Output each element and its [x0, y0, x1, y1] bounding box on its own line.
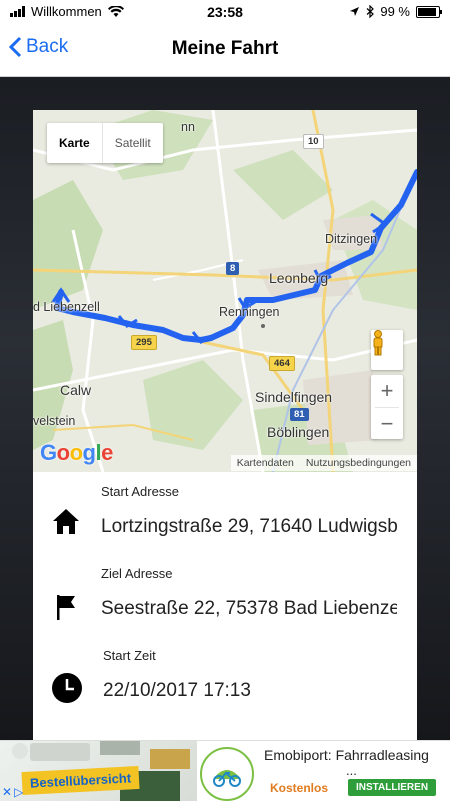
place-label: Böblingen: [267, 424, 330, 440]
start-address-value: Lortzingstraße 29, 71640 Ludwigsburg: [101, 516, 397, 537]
map-type-map-button[interactable]: Karte: [47, 123, 102, 163]
map-type-satellite-button[interactable]: Satellit: [101, 123, 163, 163]
zoom-in-button[interactable]: +: [371, 375, 403, 407]
ad-app-logo[interactable]: [200, 747, 254, 801]
adchoices-icon[interactable]: ▷: [14, 785, 23, 799]
ad-title-ellipsis: ...: [346, 763, 357, 778]
bluetooth-icon: [366, 5, 375, 18]
road-shield: 10: [303, 134, 324, 149]
terms-link[interactable]: Nutzungsbedingungen: [300, 455, 417, 471]
road-shield: 8: [226, 262, 240, 275]
navigation-bar: Back Meine Fahrt: [0, 24, 450, 77]
zoom-controls: + −: [371, 375, 403, 439]
place-label: nn: [181, 120, 195, 134]
google-logo: Google: [40, 440, 113, 466]
install-button[interactable]: INSTALLIEREN: [348, 779, 437, 796]
destination-label: Ziel Adresse: [101, 566, 173, 581]
battery-icon: [416, 5, 442, 18]
start-time-value: 22/10/2017 17:13: [103, 680, 251, 701]
ad-price: Kostenlos: [270, 781, 329, 795]
pegman-icon: [373, 330, 383, 356]
flag-icon: [57, 595, 75, 620]
home-icon: [53, 509, 79, 534]
road-shield: 81: [290, 408, 309, 421]
location-arrow-icon: [350, 7, 360, 16]
place-label: velstein: [33, 414, 76, 428]
logo-letter: g: [82, 440, 96, 465]
map-type-toggle: Karte Satellit: [47, 123, 163, 163]
start-address-label: Start Adresse: [101, 484, 180, 499]
route-map[interactable]: nn Ditzingen Leonberg Renningen d Lieben…: [33, 110, 417, 472]
place-label: Calw: [60, 382, 92, 398]
close-icon[interactable]: ✕: [2, 785, 12, 799]
logo-letter: o: [56, 440, 70, 465]
logo-letter: G: [40, 440, 57, 465]
place-label: Renningen: [219, 305, 280, 319]
road-shield: 295: [131, 335, 157, 350]
start-time-label: Start Zeit: [103, 648, 156, 663]
street-view-pegman[interactable]: [371, 330, 403, 370]
place-label: d Liebenzell: [33, 300, 100, 314]
place-label: Leonberg: [269, 270, 329, 286]
start-time-row: Start Zeit 22/10/2017 17:13: [33, 636, 417, 718]
status-bar: Willkommen 23:58 99 %: [0, 0, 450, 24]
map-footer: Kartendaten Nutzungsbedingungen: [230, 455, 417, 471]
start-address-row: Start Adresse Lortzingstraße 29, 71640 L…: [33, 472, 417, 554]
map-data-link[interactable]: Kartendaten: [231, 455, 300, 471]
logo-letter: o: [69, 440, 83, 465]
ad-title[interactable]: Emobiport: Fahrradleasing: [264, 747, 429, 763]
bike-icon: [213, 770, 241, 787]
ad-banner[interactable]: Bestellübersicht ✕ ▷ Emobiport: Fahrradl…: [0, 740, 450, 801]
destination-value: Seestraße 22, 75378 Bad Liebenzell: [101, 598, 397, 619]
trip-card: nn Ditzingen Leonberg Renningen d Lieben…: [33, 110, 417, 740]
page-title: Meine Fahrt: [171, 38, 279, 59]
map-canvas: [33, 110, 417, 472]
logo-letter: e: [101, 440, 113, 465]
destination-row: Ziel Adresse Seestraße 22, 75378 Bad Lie…: [33, 554, 417, 636]
battery-percent: 99 %: [380, 4, 410, 19]
clock-icon: [52, 673, 82, 703]
place-label: Ditzingen: [325, 232, 378, 246]
road-shield: 464: [269, 356, 295, 371]
status-right: 99 %: [349, 4, 442, 19]
ad-close[interactable]: ✕ ▷: [2, 785, 23, 799]
zoom-out-button[interactable]: −: [371, 408, 403, 440]
place-label: Sindelfingen: [255, 389, 333, 405]
ad-image[interactable]: Bestellübersicht ✕ ▷: [0, 741, 197, 801]
